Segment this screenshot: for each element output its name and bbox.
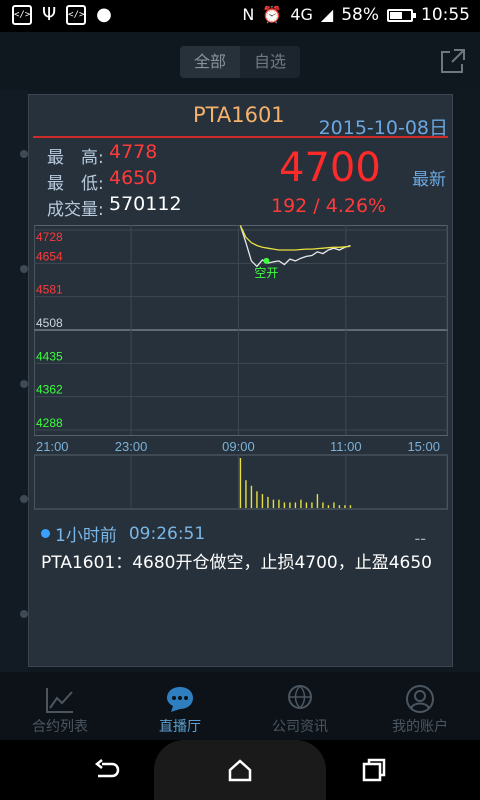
high-value: 4778 bbox=[109, 141, 158, 163]
status-right: N ⏰ 4G ◢ 58% 10:55 bbox=[242, 4, 470, 26]
user-icon bbox=[406, 685, 434, 713]
volume-label: 成交量: bbox=[47, 200, 104, 220]
background-list bbox=[0, 90, 28, 690]
chart-icon bbox=[46, 688, 73, 713]
tab-company-news[interactable]: 公司资讯 bbox=[240, 672, 360, 740]
header-divider bbox=[33, 136, 448, 138]
price-tick-label: 4654 bbox=[36, 249, 63, 263]
home-icon[interactable] bbox=[227, 758, 253, 782]
quote-card: PTA1601 2015-10-08日 最 高: 4778 最 低: 4650 … bbox=[28, 94, 453, 667]
network-type-icon: 4G bbox=[290, 5, 313, 24]
segment-favorites[interactable]: 自选 bbox=[240, 46, 300, 78]
alarm-icon: ⏰ bbox=[262, 5, 283, 24]
list-dot bbox=[20, 265, 28, 273]
price-series-line bbox=[239, 225, 351, 251]
tab-label: 合约列表 bbox=[32, 719, 88, 735]
battery-percent: 58% bbox=[341, 5, 379, 25]
tab-label: 我的账户 bbox=[392, 719, 448, 735]
system-nav-bar bbox=[0, 740, 480, 800]
tab-label: 公司资讯 bbox=[272, 719, 328, 735]
time-tick-label: 15:00 bbox=[407, 439, 440, 454]
list-dot bbox=[20, 495, 28, 503]
time-tick-label: 09:00 bbox=[222, 439, 255, 454]
notification-icons: </> Ψ </> ● bbox=[12, 5, 112, 25]
code-icon: </> bbox=[12, 5, 32, 25]
tab-contracts[interactable]: 合约列表 bbox=[0, 672, 120, 740]
tab-live-room[interactable]: 直播厅 bbox=[120, 672, 240, 740]
message-text: PTA1601：4680开仓做空，止损4700，止盈4650 bbox=[41, 553, 432, 573]
time-tick-label: 11:00 bbox=[330, 439, 362, 454]
nfc-icon: N bbox=[242, 5, 255, 24]
signal-icon: ◢ bbox=[320, 5, 334, 24]
high-label: 最 高: bbox=[47, 148, 104, 168]
price-change: 192 / 4.26% bbox=[271, 195, 387, 217]
share-icon[interactable] bbox=[440, 48, 466, 74]
price-tick-label: 4581 bbox=[36, 283, 63, 297]
price-tick-label: 4362 bbox=[36, 383, 63, 397]
annotation-marker bbox=[263, 257, 270, 264]
segment-all[interactable]: 全部 bbox=[180, 46, 240, 78]
message-side: -- bbox=[414, 529, 426, 548]
volume-value: 570112 bbox=[109, 193, 182, 215]
card-header: PTA1601 2015-10-08日 bbox=[29, 103, 452, 139]
price-tick-label: 4508 bbox=[36, 316, 63, 330]
back-icon[interactable] bbox=[94, 758, 120, 782]
price-tick-label: 4728 bbox=[36, 230, 63, 244]
bottom-tab-bar: 合约列表 直播厅 公司资讯 我的账户 bbox=[0, 672, 480, 740]
time-tick-label: 23:00 bbox=[115, 439, 148, 454]
price-tick-label: 4435 bbox=[36, 349, 63, 363]
recent-apps-icon[interactable] bbox=[361, 758, 387, 782]
annotation-label: 空开 bbox=[254, 266, 278, 280]
list-dot bbox=[20, 380, 28, 388]
list-dot bbox=[20, 150, 28, 158]
battery-icon bbox=[387, 8, 416, 22]
usb-icon: Ψ bbox=[42, 4, 57, 25]
last-price-label: 最新 bbox=[412, 170, 446, 190]
message-time: 09:26:51 bbox=[128, 523, 206, 544]
intraday-chart: 4728 4654 4581 4508 4435 4362 4288 21:00 23:00 09… bbox=[34, 225, 448, 510]
chat-icon bbox=[167, 687, 193, 712]
message-time-ago: 1小时前 bbox=[55, 526, 117, 546]
low-value: 4650 bbox=[109, 167, 158, 189]
low-label: 最 低: bbox=[47, 174, 104, 194]
tab-my-account[interactable]: 我的账户 bbox=[360, 672, 480, 740]
last-price: 4700 bbox=[279, 145, 381, 191]
message-header: 1小时前 09:26:51 bbox=[41, 521, 441, 546]
android-icon: ● bbox=[96, 4, 112, 25]
code-icon: </> bbox=[66, 5, 87, 25]
contract-symbol: PTA1601 bbox=[193, 103, 285, 127]
top-bar: 全部 自选 bbox=[0, 32, 480, 90]
globe-icon bbox=[288, 685, 312, 709]
time-tick-label: 21:00 bbox=[36, 439, 69, 454]
price-tick-label: 4288 bbox=[36, 416, 63, 430]
live-message: 1小时前 09:26:51 PTA1601：4680开仓做空，止损4700，止盈… bbox=[41, 521, 441, 574]
clock: 10:55 bbox=[421, 5, 470, 25]
segment-control: 全部 自选 bbox=[180, 46, 300, 78]
message-dot-icon bbox=[41, 529, 50, 538]
tab-label: 直播厅 bbox=[159, 719, 201, 735]
list-dot bbox=[20, 610, 28, 618]
status-bar: </> Ψ </> ● N ⏰ 4G ◢ 58% 10:55 bbox=[0, 0, 480, 32]
